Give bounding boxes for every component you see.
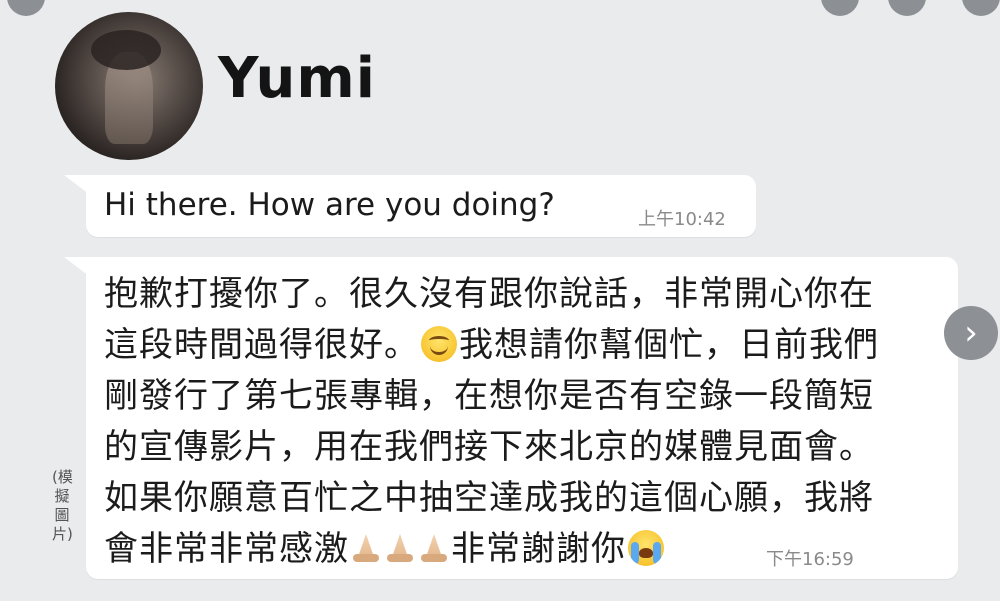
bubble-tail [64,175,98,201]
contact-name: Yumi [218,46,376,111]
message-timestamp: 上午10:42 [638,209,726,230]
top-control-2[interactable] [888,0,926,16]
message-bubble-2: 抱歉打擾你了。很久沒有跟你說話，非常開心你在 這段時間過得很好。 我想請你幫個忙，… [64,257,958,579]
message-line: 非常謝謝你 [451,529,626,569]
folded-hands-icon [350,530,382,564]
top-left-control[interactable] [7,0,45,16]
chat-screenshot: Yumi Hi there. How are you doing? 上午10:4… [0,0,1000,601]
message-line: 的宣傳影片，用在我們接下來北京的媒體見面會。 [104,427,874,467]
message-line: 會非常非常感激 [104,529,349,569]
top-control-1[interactable] [821,0,859,16]
top-control-3[interactable] [962,0,1000,16]
message-line: 剛發行了第七張專輯，在想你是否有空錄一段簡短 [104,376,874,416]
message-line: 這段時間過得很好。 [104,325,419,365]
simulated-image-note: (模擬圖片) [52,468,73,543]
message-line: 如果你願意百忙之中抽空達成我的這個心願，我將 [104,478,874,518]
bubble-tail [64,257,98,283]
folded-hands-icon [384,530,416,564]
message-timestamp: 下午16:59 [766,549,854,570]
smiling-face-icon [421,326,457,362]
avatar[interactable] [55,12,203,160]
message-line: 我想請你幫個忙，日前我們 [459,325,879,365]
message-text: Hi there. How are you doing? [104,187,555,223]
folded-hands-icon [418,530,450,564]
message-text: 抱歉打擾你了。很久沒有跟你說話，非常開心你在 這段時間過得很好。 我想請你幫個忙，… [104,269,944,575]
message-bubble-1: Hi there. How are you doing? 上午10:42 [64,175,756,237]
chevron-right-icon[interactable]: › [944,306,998,360]
crying-face-icon [628,530,664,566]
message-line: 抱歉打擾你了。很久沒有跟你說話，非常開心你在 [104,274,874,314]
